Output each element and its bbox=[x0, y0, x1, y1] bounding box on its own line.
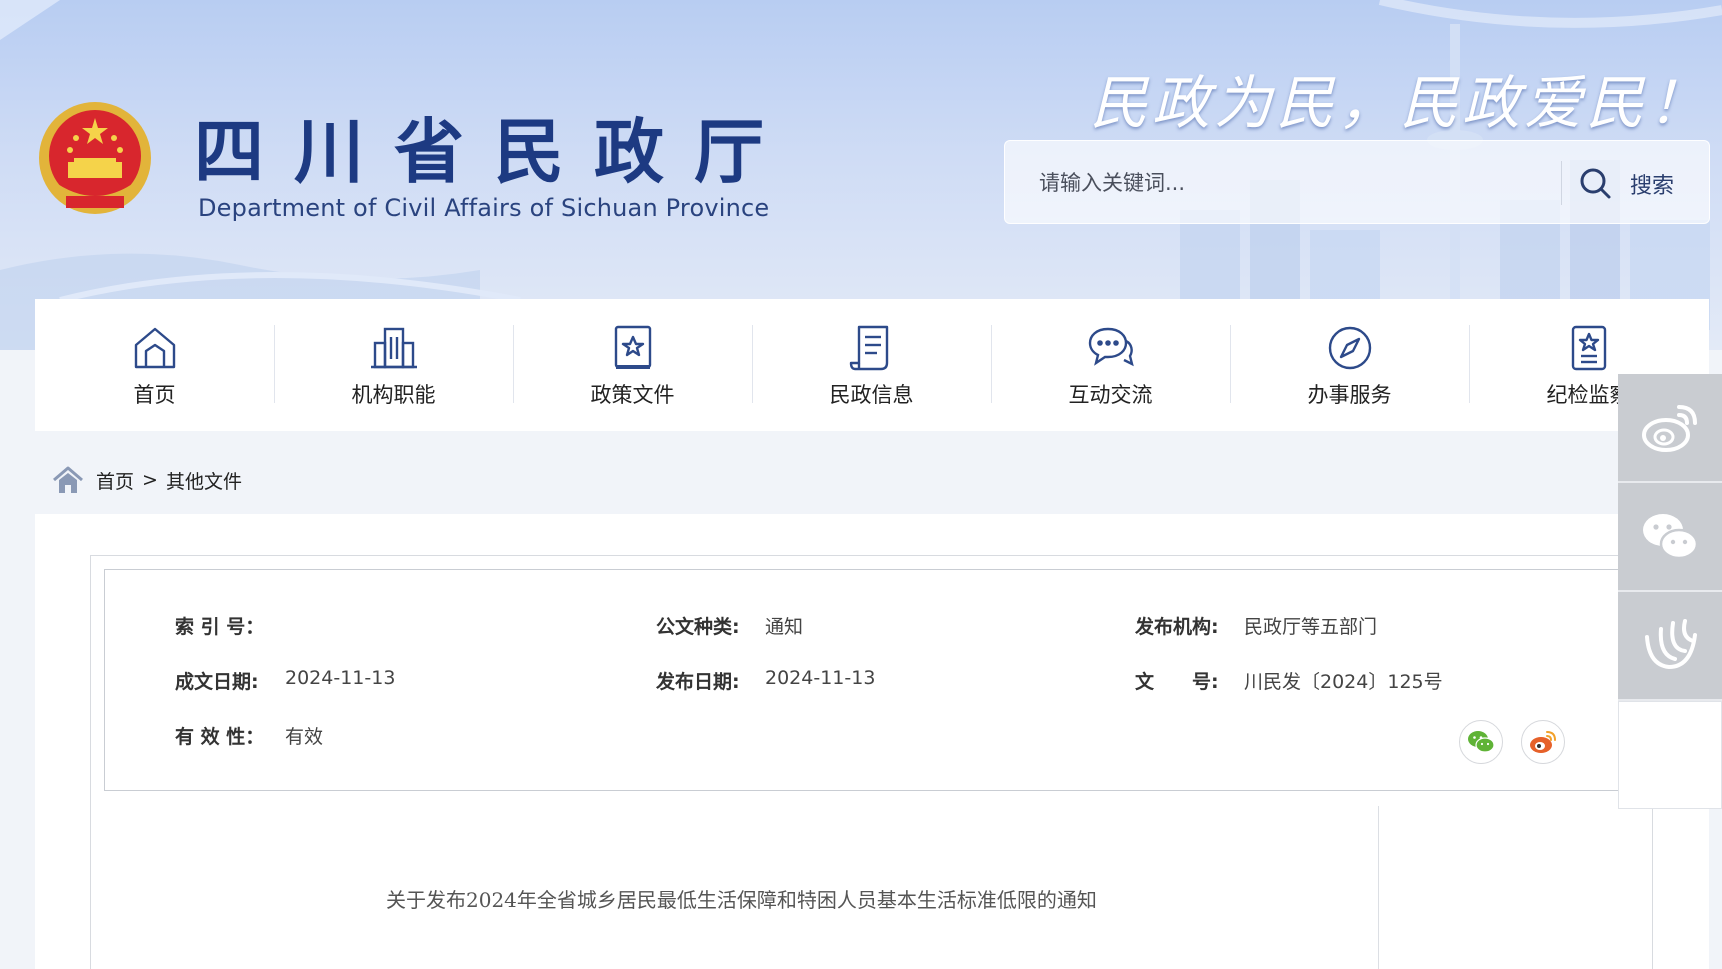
created-date-label: 成文日期: bbox=[175, 671, 259, 693]
created-date-value: 2024-11-13 bbox=[285, 667, 396, 689]
index-label: 索 引 号： bbox=[175, 616, 265, 638]
nav-item-org[interactable]: 机构职能 bbox=[274, 299, 513, 431]
policy-doc-icon bbox=[614, 325, 651, 369]
nav-item-home[interactable]: 首页 bbox=[35, 299, 274, 431]
home-icon[interactable] bbox=[52, 464, 84, 496]
side-app-button[interactable] bbox=[1618, 592, 1722, 701]
content-divider bbox=[1378, 806, 1379, 969]
breadcrumb-home-link[interactable]: 首页 bbox=[96, 467, 134, 494]
side-wechat-button[interactable] bbox=[1618, 483, 1722, 592]
publisher-label: 发布机构: bbox=[1135, 616, 1219, 638]
nav-label: 机构职能 bbox=[351, 383, 436, 407]
building-icon bbox=[370, 327, 417, 369]
breadcrumb-separator: > bbox=[142, 469, 158, 491]
doc-type-label: 公文种类: bbox=[656, 616, 740, 638]
search-button[interactable]: 搜索 bbox=[1630, 168, 1674, 200]
doc-number-value: 川民发〔2024〕125号 bbox=[1244, 671, 1443, 693]
share-weibo-button[interactable] bbox=[1521, 720, 1565, 764]
chat-bubbles-icon bbox=[1088, 327, 1134, 367]
badge-icon bbox=[1571, 325, 1606, 371]
side-blank-slot bbox=[1618, 701, 1722, 809]
side-float-bar bbox=[1618, 374, 1722, 809]
home-icon bbox=[134, 327, 175, 369]
doc-number-label: 文 号: bbox=[1135, 671, 1219, 693]
search-box: 搜索 bbox=[1004, 140, 1710, 224]
nav-label: 民政信息 bbox=[829, 383, 914, 407]
wechat-icon bbox=[1468, 731, 1495, 753]
document-meta-box: 索 引 号： 公文种类: 通知 发布机构: 民政厅等五部门 成文日期: 2024… bbox=[104, 569, 1640, 791]
site-subtitle: Department of Civil Affairs of Sichuan P… bbox=[198, 194, 770, 222]
app-icon bbox=[1645, 618, 1697, 669]
nav-item-info[interactable]: 民政信息 bbox=[752, 299, 991, 431]
doc-type-value: 通知 bbox=[765, 616, 804, 638]
nav-label: 互动交流 bbox=[1068, 383, 1153, 407]
main-nav: 首页 机构职能 政策文件 民政信息 互动交流 办事服务 纪检监察 bbox=[35, 299, 1709, 431]
scroll-icon bbox=[849, 325, 888, 371]
national-emblem-icon bbox=[39, 102, 151, 214]
nav-item-service[interactable]: 办事服务 bbox=[1230, 299, 1469, 431]
published-date-label: 发布日期: bbox=[656, 671, 740, 693]
weibo-icon bbox=[1530, 731, 1556, 753]
site-title: 四川省民政厅 bbox=[194, 110, 794, 193]
wechat-icon bbox=[1643, 513, 1699, 559]
nav-label: 办事服务 bbox=[1307, 383, 1392, 407]
nav-label: 政策文件 bbox=[590, 383, 675, 407]
document-title: 关于发布2024年全省城乡居民最低生活保障和特困人员基本生活标准低限的通知 bbox=[386, 888, 1097, 912]
site-header: 四川省民政厅 Department of Civil Affairs of Si… bbox=[0, 0, 1722, 350]
slogan: 民政为民，民政爱民！ bbox=[1090, 69, 1711, 137]
nav-item-interact[interactable]: 互动交流 bbox=[991, 299, 1230, 431]
search-divider bbox=[1561, 161, 1562, 205]
breadcrumb-current[interactable]: 其他文件 bbox=[166, 467, 242, 494]
search-icon[interactable] bbox=[1577, 165, 1613, 201]
share-wechat-button[interactable] bbox=[1459, 720, 1503, 764]
nav-item-policy[interactable]: 政策文件 bbox=[513, 299, 752, 431]
nav-label: 首页 bbox=[133, 383, 176, 407]
weibo-icon bbox=[1642, 404, 1697, 452]
compass-icon bbox=[1328, 326, 1371, 370]
published-date-value: 2024-11-13 bbox=[765, 667, 876, 689]
breadcrumb: 首页 > 其他文件 bbox=[52, 460, 242, 500]
validity-label: 有 效 性： bbox=[175, 726, 265, 748]
publisher-value: 民政厅等五部门 bbox=[1244, 616, 1378, 638]
side-weibo-button[interactable] bbox=[1618, 374, 1722, 483]
validity-value: 有效 bbox=[285, 726, 324, 748]
search-input[interactable] bbox=[1039, 165, 1539, 201]
